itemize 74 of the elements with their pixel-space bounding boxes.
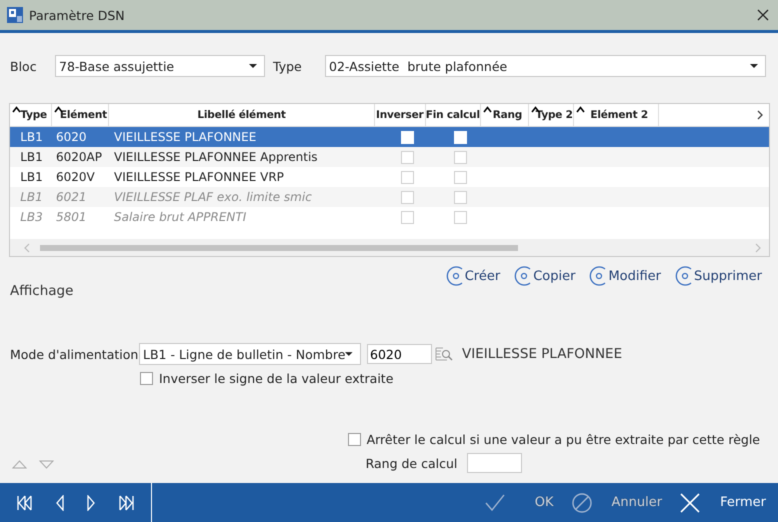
circle-icon bbox=[675, 265, 694, 287]
column-header[interactable]: Elément bbox=[52, 104, 110, 126]
table-row[interactable]: LB1 6020V VIEILLESSE PLAFONNEE VRP bbox=[10, 167, 769, 187]
first-icon[interactable] bbox=[17, 494, 34, 510]
code-field[interactable]: 6020 bbox=[367, 344, 432, 364]
last-icon[interactable] bbox=[118, 494, 134, 510]
table-cell: Salaire brut APPRENTI bbox=[114, 210, 246, 224]
table-cell: VIEILLESSE PLAFONNEE bbox=[114, 130, 256, 144]
caret-icon bbox=[750, 64, 758, 68]
field-label: Mode d'alimentation bbox=[10, 346, 139, 362]
up-arrow-icon[interactable] bbox=[12, 460, 27, 469]
check-icon bbox=[484, 494, 505, 511]
column-header[interactable]: Type bbox=[10, 104, 52, 126]
section-title: Affichage bbox=[10, 283, 74, 299]
action-button[interactable]: Supprimer bbox=[675, 265, 762, 287]
circle-icon bbox=[446, 265, 464, 287]
table-cell: LB3 bbox=[20, 210, 43, 224]
table-cell: VIEILLESSE PLAFONNEE Apprentis bbox=[114, 150, 318, 164]
column-header[interactable]: Elément 2 bbox=[574, 104, 659, 126]
table-cell: 6021 bbox=[56, 190, 87, 204]
checkbox-label: Arrêter le calcul si une valeur a pu être extraite par cette règle bbox=[366, 432, 760, 447]
table-row[interactable]: LB1 6020AP VIEILLESSE PLAFONNEE Apprentis bbox=[10, 147, 769, 167]
circle-icon bbox=[514, 265, 532, 287]
sort-caret-icon bbox=[482, 106, 492, 113]
table-cell: 6020AP bbox=[56, 150, 102, 164]
dropdown[interactable]: 78-Base assujettie bbox=[55, 55, 265, 77]
caret-icon bbox=[249, 64, 257, 68]
window-title: Paramètre DSN bbox=[29, 8, 126, 22]
table-cell: VIEILLESSE PLAFONNEE VRP bbox=[114, 170, 284, 184]
column-header[interactable]: Type 2 bbox=[529, 104, 574, 126]
checkbox[interactable] bbox=[348, 433, 361, 446]
scroll-right-icon[interactable] bbox=[756, 110, 764, 120]
table-cell: 6020 bbox=[56, 130, 87, 144]
column-header[interactable]: Inverser bbox=[374, 104, 426, 126]
close-icon[interactable] bbox=[757, 9, 769, 21]
checkbox[interactable] bbox=[454, 170, 467, 184]
action-button[interactable]: Modifier bbox=[589, 265, 662, 287]
previous-icon[interactable] bbox=[56, 494, 64, 510]
column-header[interactable]: Fin calcul bbox=[426, 104, 481, 126]
scrollbar-thumb[interactable] bbox=[40, 244, 518, 250]
sort-caret-icon bbox=[576, 106, 586, 113]
app-icon bbox=[7, 7, 23, 23]
next-icon[interactable] bbox=[86, 494, 95, 510]
down-arrow-icon[interactable] bbox=[39, 460, 54, 469]
circle-icon bbox=[589, 265, 608, 287]
footer-button[interactable]: Fermer bbox=[680, 492, 766, 512]
table-cell: 5801 bbox=[56, 210, 87, 224]
dropdown[interactable]: 02-Assiette brute plafonnée bbox=[325, 55, 766, 77]
checkbox[interactable] bbox=[454, 150, 467, 164]
action-button[interactable]: Créer bbox=[446, 265, 500, 287]
caret-icon bbox=[345, 352, 353, 356]
table-cell: 6020V bbox=[56, 170, 95, 184]
checkbox[interactable] bbox=[400, 170, 414, 184]
column-header[interactable]: Libellé élément bbox=[109, 104, 375, 126]
field-label: Rang de calcul bbox=[366, 456, 458, 470]
column-header[interactable]: Rang bbox=[480, 104, 530, 126]
close-icon bbox=[680, 492, 700, 512]
checkbox[interactable] bbox=[400, 150, 414, 164]
rank-field[interactable] bbox=[467, 453, 522, 473]
action-button[interactable]: Copier bbox=[514, 265, 576, 287]
table-cell: LB1 bbox=[20, 190, 43, 204]
field-label: Type bbox=[273, 58, 303, 74]
lookup-icon[interactable] bbox=[435, 346, 453, 362]
dropdown[interactable]: LB1 - Ligne de bulletin - Nombre bbox=[139, 343, 361, 365]
sort-caret-icon bbox=[12, 106, 21, 113]
table-cell: VIEILLESSE PLAF exo. limite smic bbox=[114, 190, 312, 204]
checkbox[interactable] bbox=[140, 372, 153, 385]
element-name: VIEILLESSE PLAFONNEE bbox=[462, 346, 622, 362]
table-cell: LB1 bbox=[20, 130, 43, 144]
table-cell: LB1 bbox=[20, 170, 43, 184]
table-cell: LB1 bbox=[20, 150, 43, 164]
checkbox-label: Inverser le signe de la valeur extraite bbox=[159, 371, 394, 386]
field-label: Bloc bbox=[10, 58, 38, 74]
cancel-icon bbox=[572, 492, 592, 512]
